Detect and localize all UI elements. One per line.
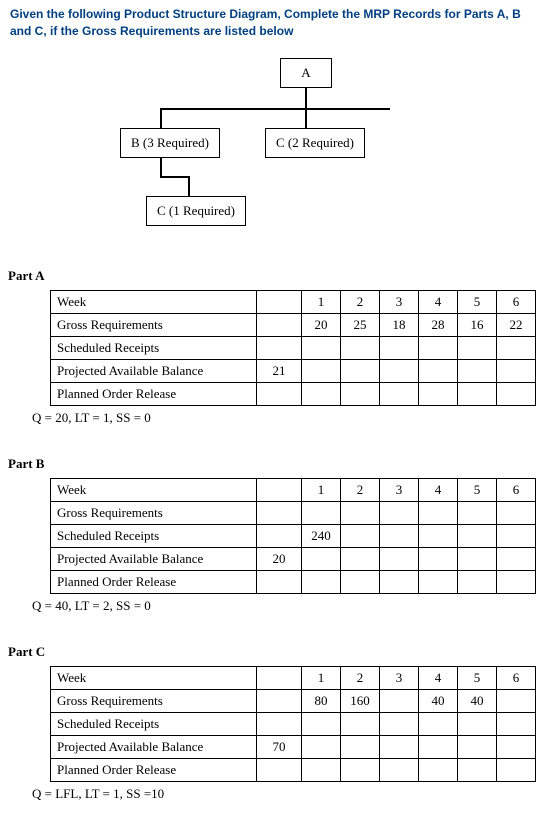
table-row: Gross Requirements 20 25 18 28 16 22	[51, 313, 536, 336]
table-row: Week 1 2 3 4 5 6	[51, 478, 536, 501]
node-c2: C (2 Required)	[265, 128, 365, 158]
table-row: Planned Order Release	[51, 382, 536, 405]
table-row: Projected Available Balance 21	[51, 359, 536, 382]
part-c-table: Week 1 2 3 4 5 6 Gross Requirements 80 1…	[50, 666, 536, 782]
part-a-params: Q = 20, LT = 1, SS = 0	[32, 410, 542, 426]
table-row: Scheduled Receipts	[51, 712, 536, 735]
table-row: Week 1 2 3 4 5 6	[51, 666, 536, 689]
row-sched: Scheduled Receipts	[51, 336, 257, 359]
part-c-label: Part C	[8, 644, 542, 660]
part-a-label: Part A	[8, 268, 542, 284]
table-row: Gross Requirements	[51, 501, 536, 524]
row-gross: Gross Requirements	[51, 313, 257, 336]
row-por: Planned Order Release	[51, 382, 257, 405]
row-week: Week	[51, 290, 257, 313]
node-a: A	[280, 58, 332, 88]
intro-text: Given the following Product Structure Di…	[10, 6, 542, 40]
part-c-params: Q = LFL, LT = 1, SS =10	[32, 786, 542, 802]
table-row: Gross Requirements 80 160 40 40	[51, 689, 536, 712]
part-a-table: Week 1 2 3 4 5 6 Gross Requirements 20 2…	[50, 290, 536, 406]
part-b-table: Week 1 2 3 4 5 6 Gross Requirements Sche…	[50, 478, 536, 594]
table-row: Planned Order Release	[51, 758, 536, 781]
table-row: Planned Order Release	[51, 570, 536, 593]
product-structure-diagram: A B (3 Required) C (2 Required) C (1 Req…	[50, 58, 510, 258]
row-pab: Projected Available Balance	[51, 359, 257, 382]
part-b-label: Part B	[8, 456, 542, 472]
table-row: Scheduled Receipts 240	[51, 524, 536, 547]
table-row: Projected Available Balance 70	[51, 735, 536, 758]
table-row: Week 1 2 3 4 5 6	[51, 290, 536, 313]
table-row: Scheduled Receipts	[51, 336, 536, 359]
node-c1: C (1 Required)	[146, 196, 246, 226]
table-row: Projected Available Balance 20	[51, 547, 536, 570]
node-b: B (3 Required)	[120, 128, 220, 158]
part-b-params: Q = 40, LT = 2, SS = 0	[32, 598, 542, 614]
